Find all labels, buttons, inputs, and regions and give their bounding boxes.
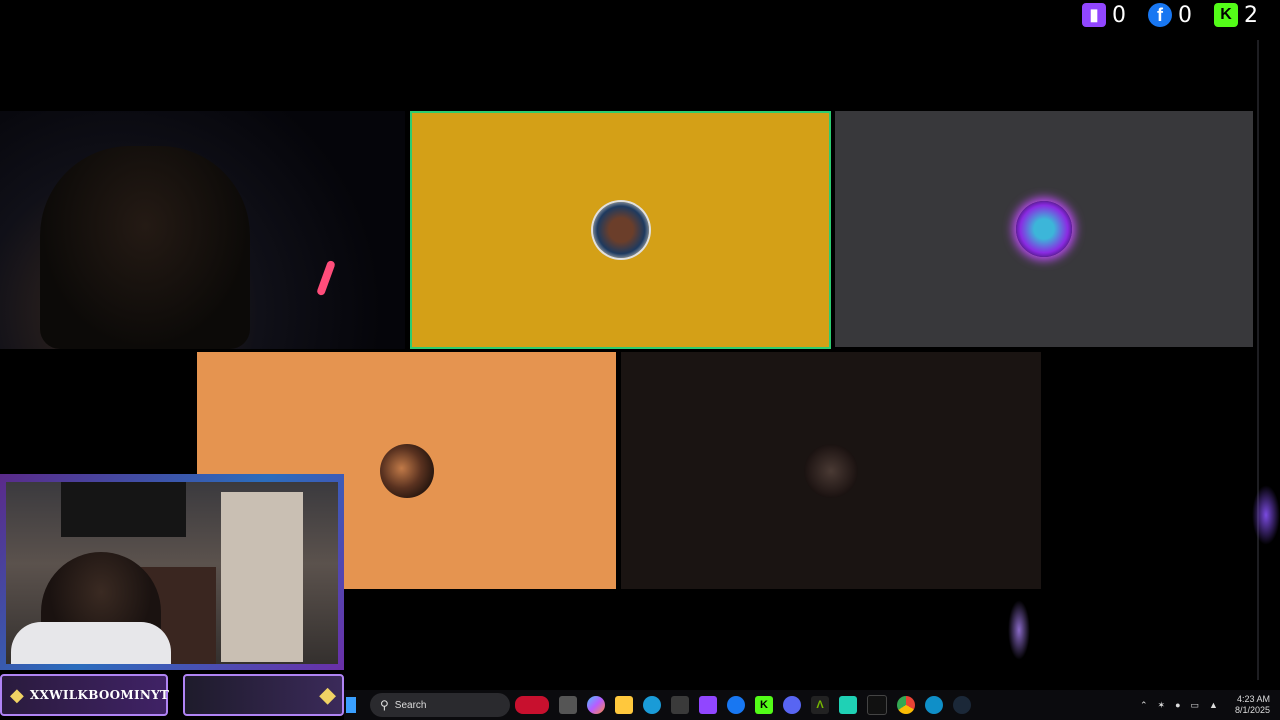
kick-viewer-count: K 2 (1214, 3, 1258, 28)
main-webcam-feed (0, 111, 405, 349)
stream-stats-bar: ▮ 0 f 0 K 2 (1082, 0, 1280, 30)
twitch-icon: ▮ (1082, 3, 1106, 27)
facecam-feed (6, 482, 338, 664)
participant-avatar-3 (379, 443, 434, 498)
facecam-shirt (11, 622, 171, 664)
facebook-viewer-count: f 0 (1148, 3, 1192, 28)
search-icon: ⚲ (380, 698, 389, 712)
search-placeholder: Search (394, 699, 427, 711)
edge-icon[interactable] (643, 696, 661, 714)
chevron-up-icon[interactable]: ⌃ (1140, 700, 1148, 711)
twitch-viewer-count: ▮ 0 (1082, 3, 1126, 28)
discord-icon[interactable] (783, 696, 801, 714)
task-view-icon[interactable] (559, 696, 577, 714)
streamer-person (40, 146, 250, 349)
streamer-name-plate: ◆ XXWILKBOOMINYT (0, 674, 170, 716)
room-door (221, 492, 303, 662)
widgets-icon[interactable] (515, 696, 549, 714)
edge-beta-icon[interactable] (925, 696, 943, 714)
bluetooth-icon[interactable]: ✶ (1158, 700, 1166, 711)
nvidia-icon[interactable]: Λ (811, 696, 829, 714)
mic-icon[interactable]: ● (1175, 700, 1180, 710)
facebook-icon: f (1148, 3, 1172, 27)
copilot-icon[interactable] (587, 696, 605, 714)
volume-icon[interactable]: ▲ (1209, 700, 1218, 710)
store-icon[interactable] (671, 696, 689, 714)
taskbar-search[interactable]: ⚲ Search (370, 693, 510, 717)
window-edge (1257, 40, 1259, 680)
diamond-icon: ◆ (10, 684, 24, 705)
kick-icon: K (1214, 3, 1238, 27)
call-tile-4[interactable] (621, 352, 1041, 589)
twitch-app-icon[interactable] (699, 696, 717, 714)
display-icon[interactable]: ▭ (1191, 700, 1200, 711)
participant-avatar-4 (804, 443, 858, 498)
steam-icon[interactable] (953, 696, 971, 714)
clock-time: 4:23 AM (1236, 694, 1270, 704)
overlay-decoration (1252, 485, 1280, 545)
diamond-icon: ◆ (319, 682, 336, 707)
chrome-icon[interactable] (897, 696, 915, 714)
folder-icon[interactable] (615, 696, 633, 714)
room-tv (61, 482, 186, 537)
start-button[interactable] (346, 697, 356, 713)
twitch-count: 0 (1112, 2, 1126, 28)
facebook-count: 0 (1178, 2, 1192, 28)
call-tile-2[interactable] (835, 111, 1253, 347)
kick-count: 2 (1244, 2, 1258, 28)
clock-date: 8/1/2025 (1234, 705, 1270, 715)
kick-app-icon[interactable]: K (755, 696, 773, 714)
system-tray: ⌃ ✶ ● ▭ ▲ 4:23 AM 8/1/2025 (1135, 690, 1270, 720)
app-icon[interactable] (839, 696, 857, 714)
call-tile-speaking[interactable] (410, 111, 831, 349)
participant-avatar-2 (1016, 201, 1072, 257)
windows-taskbar: ⚲ Search K Λ ⌃ ✶ ● ▭ ▲ 4:23 AM 8/1/2025 (344, 690, 1280, 720)
participant-avatar-1 (592, 202, 649, 258)
clock[interactable]: 4:23 AM 8/1/2025 (1235, 694, 1270, 716)
facecam-overlay (0, 474, 344, 670)
tradingview-icon[interactable] (867, 695, 887, 715)
streamer-name: XXWILKBOOMINYT (29, 688, 170, 702)
facebook-app-icon[interactable] (727, 696, 745, 714)
overlay-decoration (1008, 600, 1030, 660)
overlay-plate: ◆ (183, 674, 344, 716)
